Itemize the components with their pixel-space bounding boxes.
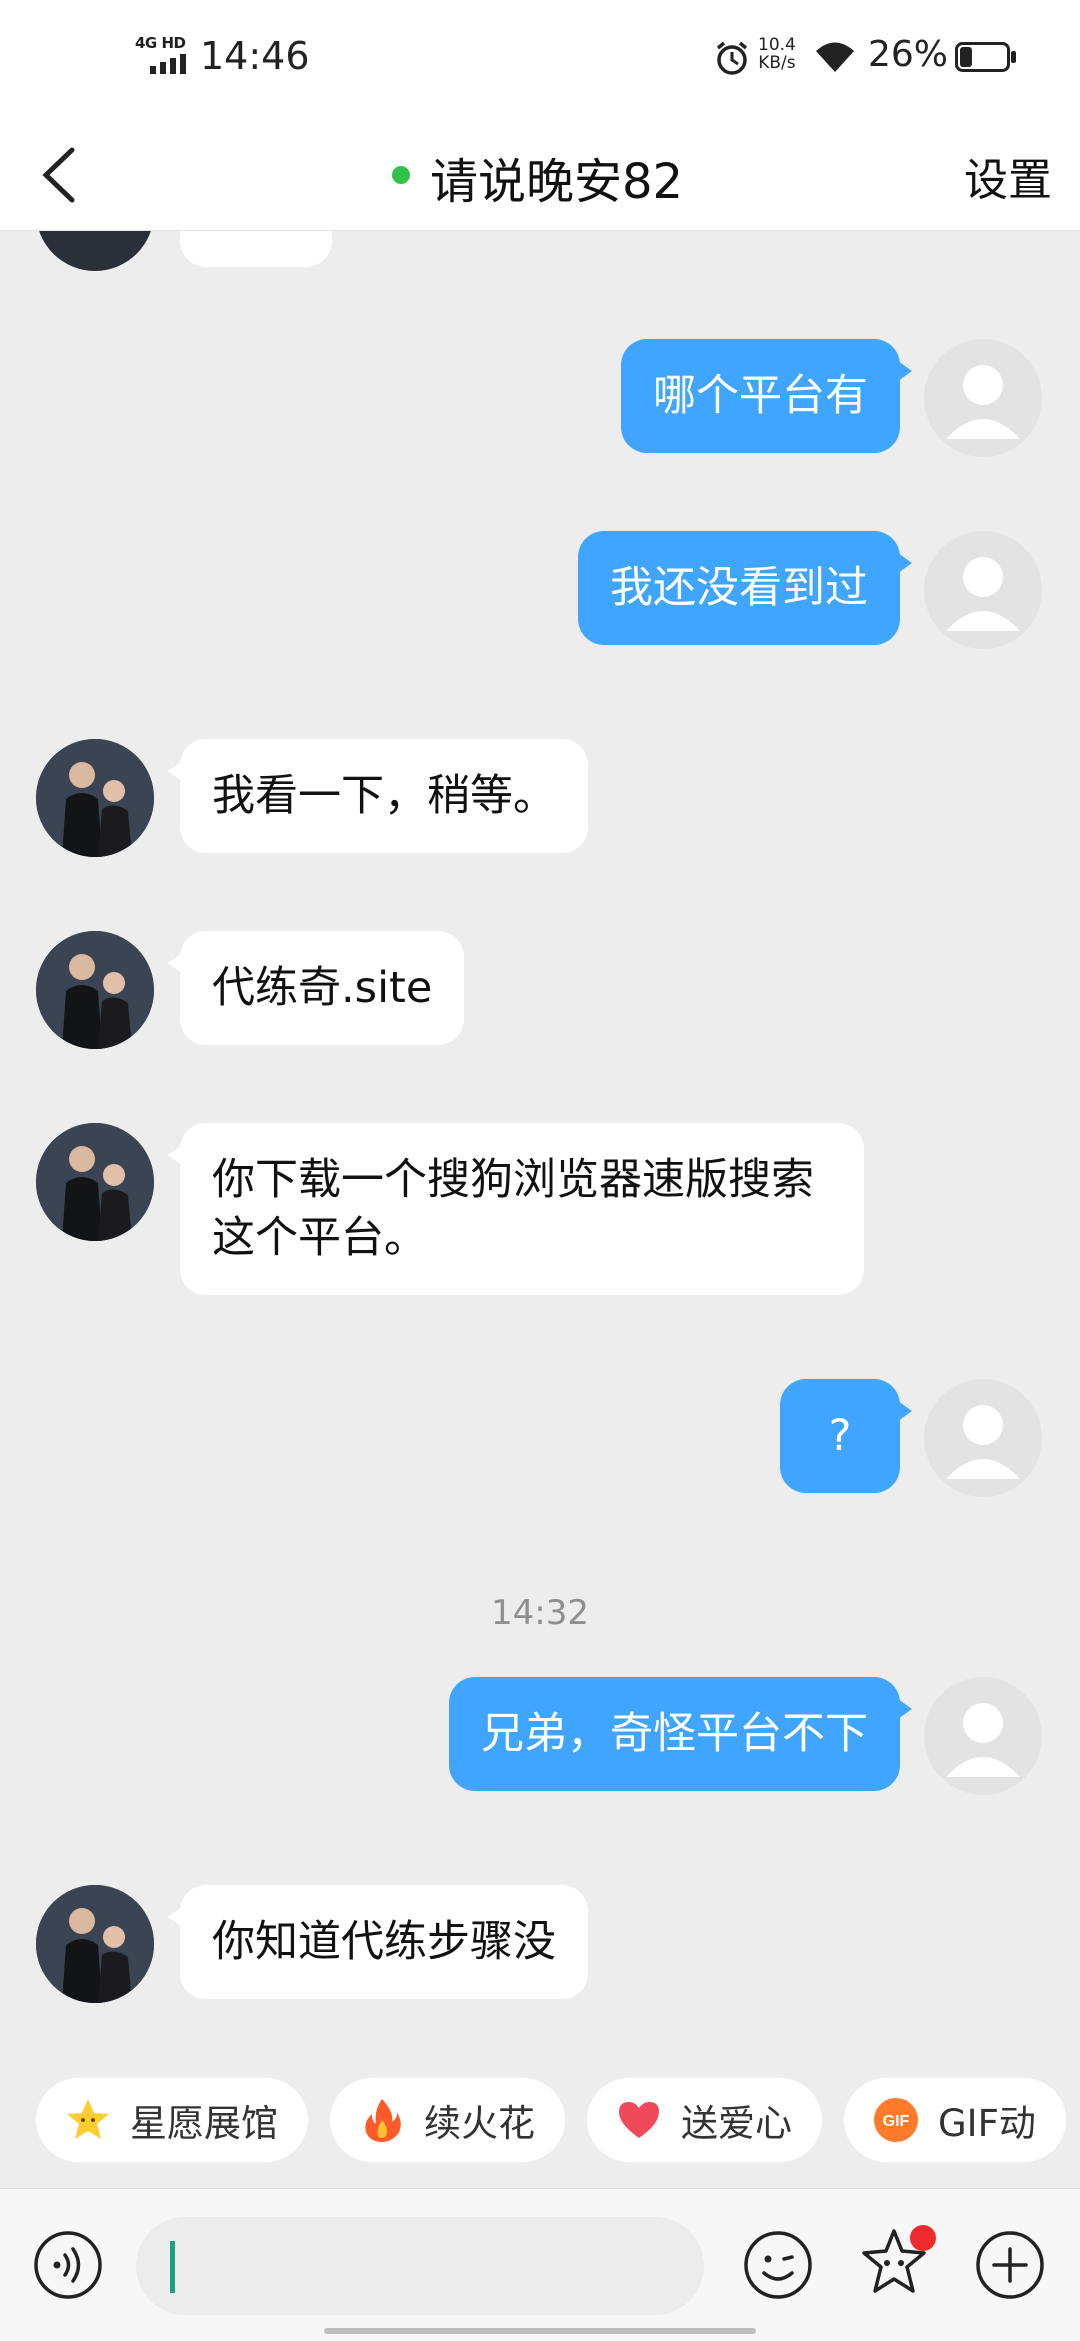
contact-avatar[interactable] bbox=[36, 931, 154, 1049]
text-cursor bbox=[170, 2241, 175, 2293]
settings-button[interactable]: 设置 bbox=[964, 144, 1052, 208]
chip-send-heart[interactable]: 送爱心 bbox=[587, 2078, 822, 2162]
signal-icon bbox=[150, 54, 186, 74]
message-bubble-incoming[interactable]: 你知道代练步骤没 bbox=[168, 1885, 588, 1999]
quick-action-bar: 星愿展馆 续火花 送爱心 GIF GIF动 bbox=[36, 2078, 1080, 2164]
my-avatar[interactable] bbox=[924, 1677, 1042, 1795]
battery-icon bbox=[955, 42, 1016, 72]
message-bubble-outgoing[interactable]: 哪个平台有 bbox=[621, 339, 912, 453]
notification-dot bbox=[910, 2225, 936, 2251]
message-bubble-outgoing[interactable]: 兄弟，奇怪平台不下 bbox=[449, 1677, 912, 1791]
message-bubble-partial bbox=[180, 231, 332, 267]
my-avatar[interactable] bbox=[924, 1379, 1042, 1497]
contact-avatar[interactable] bbox=[36, 1885, 154, 2003]
message-list[interactable]: 哪个平台有 我还没看到过 我看一下，稍等。 代练奇.site 你下载一个搜狗浏览… bbox=[0, 231, 1080, 2061]
gif-icon: GIF bbox=[874, 2098, 918, 2142]
contact-avatar[interactable] bbox=[36, 1123, 154, 1241]
online-status-dot bbox=[392, 166, 410, 184]
my-avatar[interactable] bbox=[924, 531, 1042, 649]
voice-input-button[interactable] bbox=[32, 2229, 104, 2301]
fire-icon bbox=[365, 2099, 401, 2142]
back-button[interactable] bbox=[32, 140, 92, 210]
home-indicator[interactable] bbox=[324, 2328, 756, 2334]
speed-unit: KB/s bbox=[758, 53, 796, 73]
alarm-icon bbox=[716, 41, 748, 75]
speed-value: 10.4 bbox=[758, 35, 796, 55]
chip-star-gallery[interactable]: 星愿展馆 bbox=[36, 2078, 308, 2162]
my-avatar[interactable] bbox=[924, 339, 1042, 457]
network-label: 4G HD bbox=[135, 34, 186, 52]
status-bar: 4G HD 14:46 10.4 KB/s 26% bbox=[0, 0, 1080, 118]
contact-avatar[interactable] bbox=[36, 231, 154, 271]
emoji-button[interactable] bbox=[742, 2229, 814, 2301]
message-bubble-incoming[interactable]: 你下载一个搜狗浏览器速版搜索这个平台。 bbox=[168, 1123, 864, 1295]
wifi-icon bbox=[816, 42, 854, 72]
chip-continue-spark[interactable]: 续火花 bbox=[330, 2078, 565, 2162]
chip-label: 星愿展馆 bbox=[130, 2102, 278, 2145]
more-actions-button[interactable] bbox=[974, 2229, 1046, 2301]
status-time: 14:46 bbox=[200, 34, 310, 78]
contact-name: 请说晚安82 bbox=[430, 154, 684, 210]
heart-icon bbox=[619, 2102, 659, 2138]
chip-gif[interactable]: GIF GIF动 bbox=[844, 2078, 1066, 2162]
message-bubble-outgoing[interactable]: 我还没看到过 bbox=[578, 531, 912, 645]
message-timestamp: 14:32 bbox=[491, 1593, 589, 1633]
contact-avatar[interactable] bbox=[36, 739, 154, 857]
chip-label: GIF动 bbox=[938, 2102, 1036, 2145]
message-bubble-outgoing[interactable]: ? bbox=[780, 1379, 912, 1493]
chip-label: 送爱心 bbox=[681, 2102, 792, 2145]
network-speed: 10.4 KB/s bbox=[758, 36, 796, 72]
chip-label: 续火花 bbox=[424, 2102, 535, 2145]
message-bubble-incoming[interactable]: 代练奇.site bbox=[167, 931, 465, 1045]
chat-header: 请说晚安82 设置 bbox=[0, 118, 1080, 231]
message-input[interactable] bbox=[136, 2217, 704, 2315]
svg-text:GIF: GIF bbox=[883, 2113, 910, 2130]
star-icon bbox=[67, 2099, 109, 2139]
message-input-bar bbox=[0, 2188, 1080, 2341]
battery-percent: 26% bbox=[868, 34, 949, 75]
message-bubble-incoming[interactable]: 我看一下，稍等。 bbox=[168, 739, 588, 853]
